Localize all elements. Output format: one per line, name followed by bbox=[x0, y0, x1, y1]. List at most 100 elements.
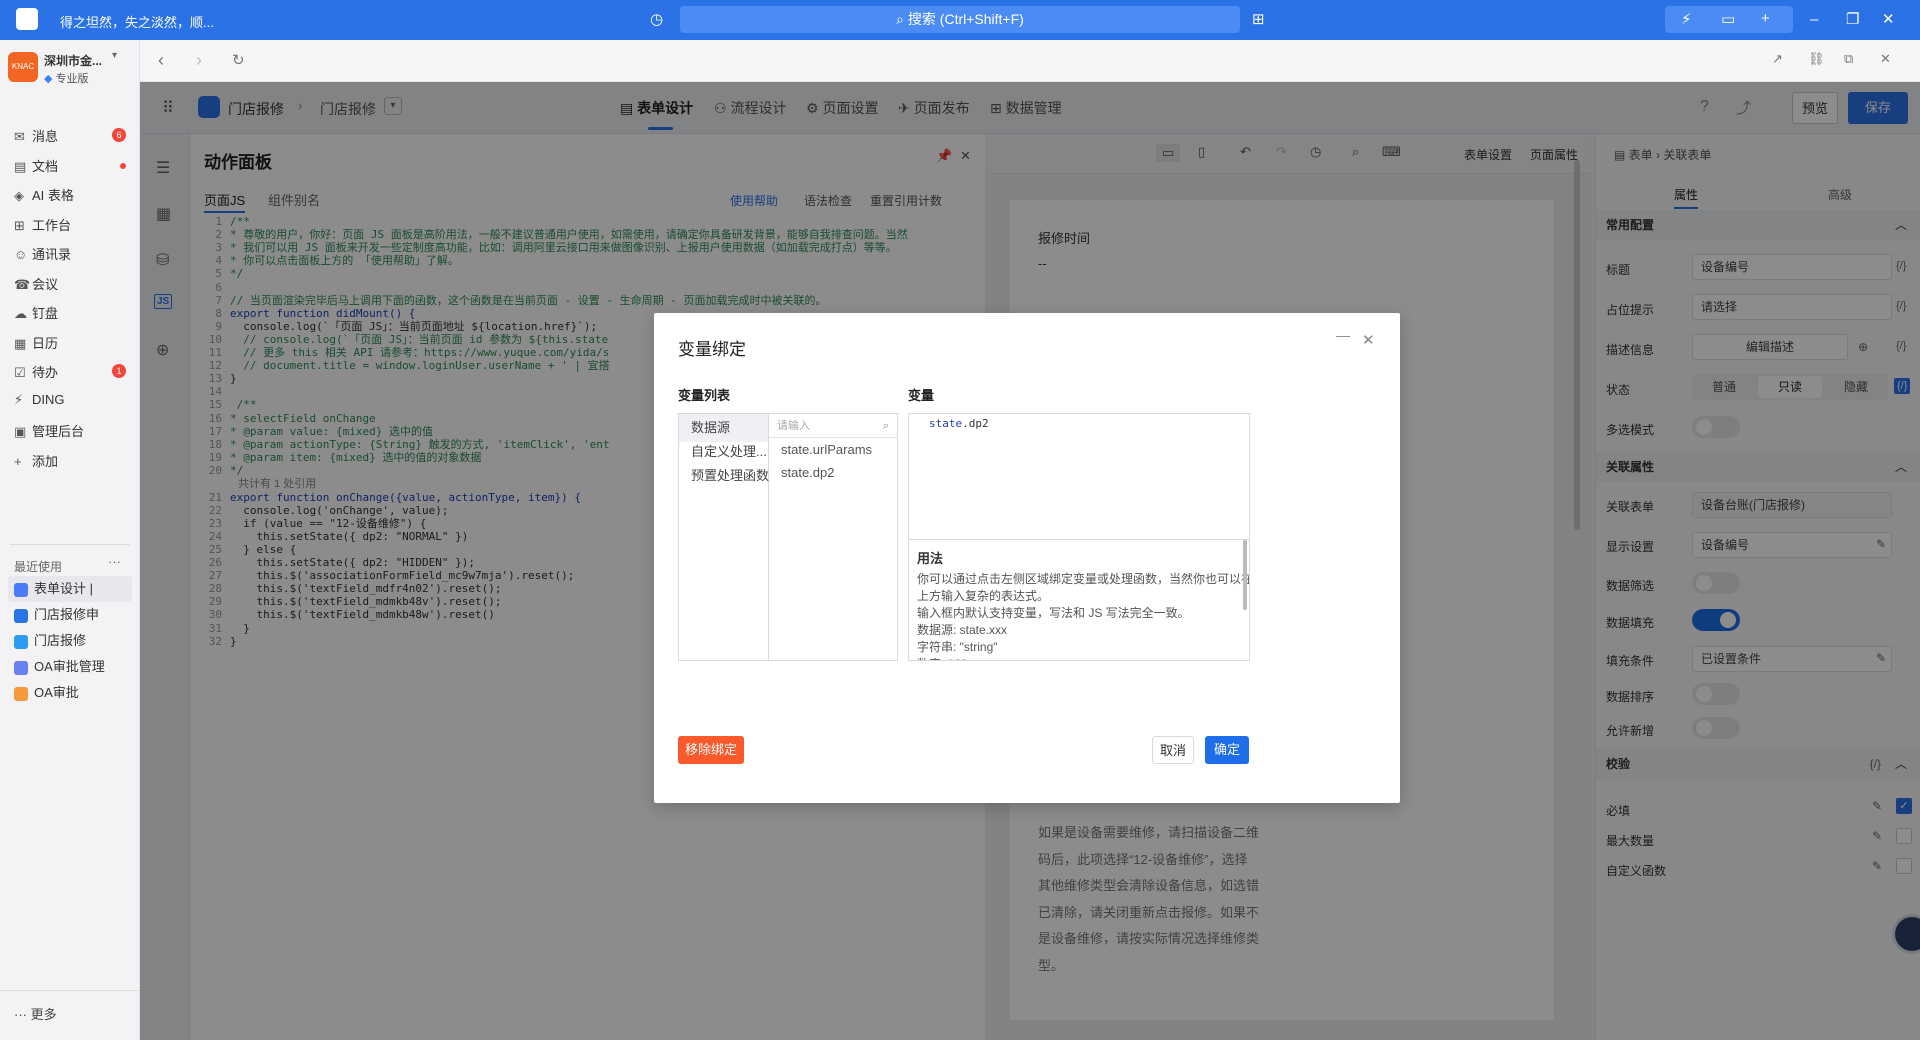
divider bbox=[10, 544, 130, 545]
recent-item[interactable]: OA审批管理 bbox=[8, 654, 132, 680]
recent-item[interactable]: 表单设计 | bbox=[8, 576, 132, 602]
back-icon[interactable]: ‹ bbox=[158, 50, 164, 71]
ok-button[interactable]: 确定 bbox=[1205, 736, 1249, 764]
usage-line: 你可以通过点击左侧区域绑定变量或处理函数，当然你也可以在 bbox=[917, 572, 1249, 586]
plus-icon[interactable]: + bbox=[1761, 9, 1770, 29]
sidebar-item-drive[interactable]: ☁ 钉盘 bbox=[14, 303, 58, 322]
minimize-icon[interactable]: — bbox=[1336, 327, 1350, 343]
message-icon: ✉ bbox=[14, 129, 25, 144]
sidebar-item-ding[interactable]: ⚡ DING bbox=[14, 392, 65, 408]
sidebar-item-contacts[interactable]: ☺ 通讯录 bbox=[14, 244, 71, 263]
expression-editor[interactable]: state.dp2 bbox=[909, 414, 1249, 540]
variable-column: state.urlParams state.dp2 bbox=[769, 438, 897, 658]
admin-icon: ▣ bbox=[14, 424, 27, 439]
sidebar-item-workbench[interactable]: ⊞ 工作台 bbox=[14, 215, 71, 234]
variable-url-params[interactable]: state.urlParams bbox=[781, 442, 872, 457]
cancel-button[interactable]: 取消 bbox=[1152, 736, 1194, 764]
todo-icon: ☑ bbox=[14, 365, 26, 380]
quick-actions: ⚡ ▭ + bbox=[1665, 6, 1793, 33]
sidebar-item-todo[interactable]: ☑ 待办 bbox=[14, 362, 58, 381]
ai-table-icon: ◈ bbox=[14, 188, 24, 203]
count-badge: 6 bbox=[112, 128, 126, 142]
usage-scrollbar[interactable] bbox=[1243, 540, 1247, 610]
sidebar-item-label: 钉盘 bbox=[32, 306, 59, 321]
diamond-icon: ◆ bbox=[44, 73, 53, 85]
org-logo[interactable]: KNAC bbox=[8, 52, 38, 82]
sidebar-item-label: 通讯录 bbox=[32, 247, 72, 262]
app-icon bbox=[14, 634, 28, 649]
recent-item-label: 表单设计 | bbox=[34, 581, 93, 596]
recent-item[interactable]: OA审批 bbox=[8, 680, 132, 706]
workbench-icon: ⊞ bbox=[14, 217, 25, 233]
org-name[interactable]: 深圳市金... bbox=[44, 52, 102, 69]
sidebar-item-meeting[interactable]: ☎ 会议 bbox=[14, 274, 58, 293]
sidebar-item-doc[interactable]: ▤ 文档 bbox=[14, 156, 58, 175]
link-icon[interactable]: ⛓ bbox=[1808, 51, 1825, 67]
variable-list-box: 数据源 自定义处理... 预置处理函数 请输入 ⌕ state.urlParams… bbox=[678, 413, 898, 661]
app-logo[interactable] bbox=[16, 8, 38, 30]
recent-item-label: OA审批管理 bbox=[34, 659, 105, 674]
search-input[interactable]: 请输入 ⌕ bbox=[769, 414, 897, 438]
meeting-icon: ☎ bbox=[14, 276, 31, 292]
variable-dp2[interactable]: state.dp2 bbox=[781, 465, 835, 480]
usage-title: 用法 bbox=[917, 551, 944, 566]
forward-icon[interactable]: › bbox=[196, 50, 202, 71]
usage-line: 上方输入复杂的表达式。 bbox=[917, 589, 1050, 603]
drive-icon: ☁ bbox=[14, 306, 27, 321]
sidebar: KNAC 深圳市金... ▾ ◆ 专业版 ✉ 消息 6 ▤ 文档 ◈ AI 表格 ⊞ 工作台 ☺ 通… bbox=[0, 40, 140, 1040]
recent-item-label: 门店报修申 bbox=[34, 607, 100, 622]
sidebar-item-ai-table[interactable]: ◈ AI 表格 bbox=[14, 185, 74, 204]
category-column: 数据源 自定义处理... 预置处理函数 bbox=[679, 414, 769, 660]
sidebar-item-admin[interactable]: ▣ 管理后台 bbox=[14, 421, 84, 440]
grid-icon[interactable]: ⊞ bbox=[1252, 10, 1265, 30]
app-icon bbox=[14, 660, 28, 675]
divider bbox=[0, 990, 140, 991]
sidebar-item-label: 添加 bbox=[32, 453, 59, 469]
remove-binding-button[interactable]: 移除绑定 bbox=[678, 736, 744, 764]
recent-item-label: OA审批 bbox=[34, 685, 79, 700]
sidebar-item-label: AI 表格 bbox=[32, 188, 74, 203]
variable-binding-dialog: 变量绑定 — ✕ 变量列表 变量 数据源 自定义处理... 预置处理函数 请输入… bbox=[654, 313, 1400, 803]
sidebar-item-calendar[interactable]: ▦ 日历 bbox=[14, 333, 58, 352]
close-tab-icon[interactable]: ✕ bbox=[1880, 51, 1891, 67]
calendar-icon: ▦ bbox=[14, 335, 27, 351]
usage-line: 输入框内默认支持变量，写法和 JS 写法完全一致。 bbox=[917, 606, 1190, 620]
history-icon[interactable]: ◷ bbox=[650, 10, 663, 30]
count-badge: 1 bbox=[112, 364, 126, 378]
restore-icon[interactable]: ❐ bbox=[1846, 10, 1859, 30]
title-bar: 得之坦然，失之淡然，顺... ◷ ⌕ 搜索 (Ctrl+Shift+F) ⊞ ⚡… bbox=[0, 0, 1920, 40]
close-icon[interactable]: ✕ bbox=[1882, 10, 1895, 30]
recent-item[interactable]: 门店报修申 bbox=[8, 602, 132, 628]
ding-icon: ⚡ bbox=[14, 391, 24, 407]
screen-icon[interactable]: ▭ bbox=[1721, 10, 1735, 30]
minimize-icon[interactable]: – bbox=[1810, 10, 1818, 30]
sidebar-item-add[interactable]: + 添加 bbox=[14, 451, 58, 470]
search-icon: ⌕ bbox=[896, 11, 908, 27]
dialog-close-icon[interactable]: ✕ bbox=[1362, 331, 1375, 349]
sidebar-item-label: 管理后台 bbox=[32, 424, 85, 439]
more-dots-icon[interactable]: ··· bbox=[108, 554, 121, 569]
open-window-icon[interactable]: ⧉ bbox=[1844, 51, 1853, 67]
browser-toolbar: ‹ › ↻ ↗ ⛓ ⧉ ✕ bbox=[140, 40, 1920, 82]
unread-dot bbox=[120, 162, 126, 169]
share-icon[interactable]: ↗ bbox=[1772, 51, 1783, 67]
chevron-down-icon[interactable]: ▾ bbox=[112, 50, 117, 61]
global-search[interactable]: ⌕ 搜索 (Ctrl+Shift+F) bbox=[680, 6, 1240, 33]
sidebar-item-label: 会议 bbox=[32, 276, 59, 292]
sidebar-item-label: 日历 bbox=[32, 335, 59, 351]
expression-box: state.dp2 用法 你可以通过点击左侧区域绑定变量或处理函数，当然你也可以… bbox=[908, 413, 1250, 661]
sidebar-item-label: 工作台 bbox=[32, 217, 72, 233]
edition-badge: ◆ 专业版 bbox=[44, 73, 89, 85]
recent-item-label: 门店报修 bbox=[34, 633, 87, 648]
sidebar-item-message[interactable]: ✉ 消息 bbox=[14, 126, 58, 145]
category-preset[interactable]: 预置处理函数 bbox=[679, 462, 769, 490]
usage-line: 字符串: "string" bbox=[917, 640, 998, 654]
more-button[interactable]: ··· 更多 bbox=[14, 1004, 57, 1023]
magic-icon[interactable]: ⚡ bbox=[1681, 10, 1692, 30]
notification-text[interactable]: 得之坦然，失之淡然，顺... bbox=[60, 12, 214, 31]
sidebar-item-label: 待办 bbox=[32, 365, 59, 380]
recent-item[interactable]: 门店报修 bbox=[8, 628, 132, 654]
app-icon bbox=[14, 608, 28, 623]
refresh-icon[interactable]: ↻ bbox=[232, 51, 245, 69]
usage-panel: 用法 你可以通过点击左侧区域绑定变量或处理函数，当然你也可以在 上方输入复杂的表达… bbox=[909, 540, 1249, 660]
